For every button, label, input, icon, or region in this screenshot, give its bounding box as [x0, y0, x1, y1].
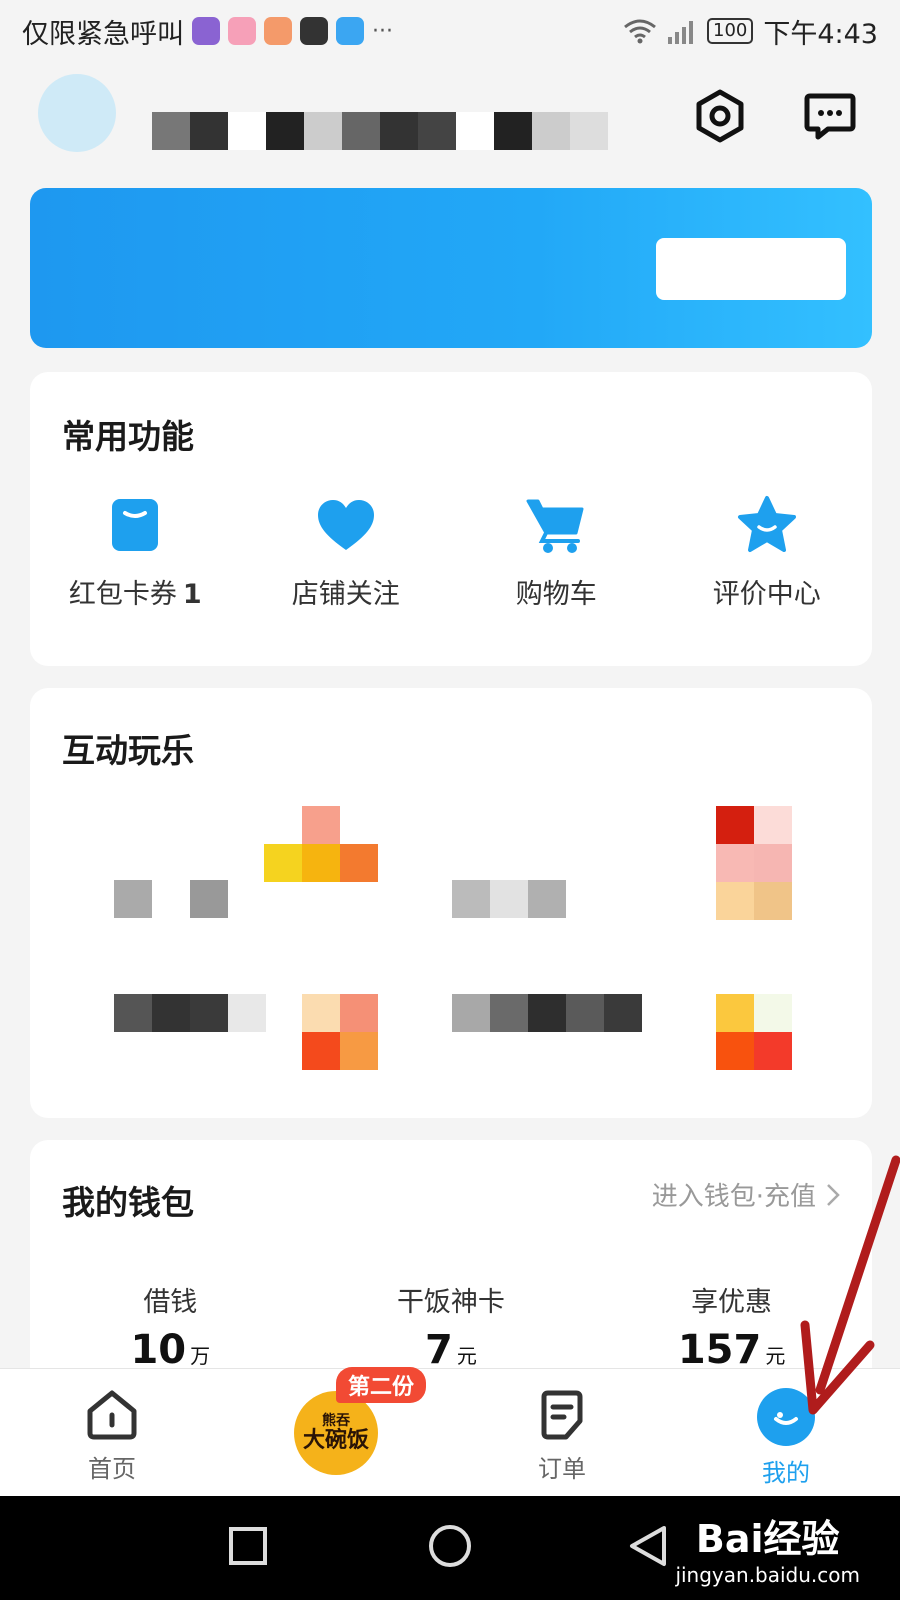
- back-triangle-icon[interactable]: [628, 1524, 668, 1568]
- func-label: 店铺关注: [291, 579, 400, 610]
- battery-indicator: 100: [707, 18, 754, 44]
- coupon-count: 1: [182, 579, 202, 610]
- interactive-card: 互动玩乐: [30, 688, 872, 1118]
- membership-banner[interactable]: [30, 188, 872, 348]
- tab-orders[interactable]: 订单: [507, 1387, 617, 1484]
- common-functions-card: 常用功能 红包卡券 1 店铺关注 购物车 评价中心: [30, 372, 872, 666]
- watermark-url: jingyan.baidu.com: [675, 1563, 860, 1587]
- section-title: 互动玩乐: [62, 731, 194, 770]
- tab-label: 订单: [538, 1455, 586, 1483]
- order-icon: [541, 1390, 583, 1440]
- coupon-icon: [102, 492, 168, 558]
- profile-header: [0, 62, 900, 182]
- func-label: 红包卡券 1: [68, 579, 202, 610]
- message-button[interactable]: [800, 86, 860, 146]
- wallet-item-unit: 元: [456, 1344, 477, 1368]
- app-notification-icon: [228, 17, 256, 45]
- wallet-link[interactable]: 进入钱包·充值: [652, 1176, 840, 1213]
- wallet-item-unit: 元: [765, 1344, 786, 1368]
- heart-icon: [313, 492, 379, 558]
- wallet-item-meal-card[interactable]: 干饭神卡 7元: [311, 1280, 592, 1373]
- section-title: 我的钱包: [62, 1183, 194, 1222]
- app-notification-icon: [336, 17, 364, 45]
- signal-icon: [668, 21, 693, 44]
- section-title: 常用功能: [62, 417, 194, 456]
- settings-button[interactable]: [690, 86, 750, 146]
- promo-logo: 熊吞 大碗饭: [294, 1391, 378, 1475]
- status-bar: 仅限紧急呼叫 ··· 100 下午4:43: [0, 0, 900, 62]
- avatar[interactable]: [38, 74, 116, 152]
- cart-icon: [523, 492, 589, 558]
- promo-badge: 第二份: [336, 1367, 427, 1403]
- func-coupons[interactable]: 红包卡券 1: [30, 492, 241, 611]
- more-notifications: ···: [372, 18, 393, 44]
- func-followed-shops[interactable]: 店铺关注: [241, 492, 452, 611]
- func-cart[interactable]: 购物车: [451, 492, 662, 611]
- tab-label: 我的: [762, 1459, 810, 1487]
- settings-icon: [696, 89, 744, 143]
- wallet-item-unit: 万: [190, 1344, 211, 1368]
- tab-home[interactable]: 首页: [57, 1387, 167, 1484]
- message-icon: [804, 93, 856, 140]
- tab-label: 首页: [88, 1455, 136, 1483]
- profile-icon: [757, 1388, 815, 1446]
- tab-mine[interactable]: 我的: [731, 1387, 841, 1488]
- app-notification-icon: [192, 17, 220, 45]
- wallet-card: 我的钱包 进入钱包·充值 借钱 10 万 干饭神卡 7元 享优惠 157 元: [30, 1140, 872, 1400]
- wallet-item-discounts[interactable]: 享优惠 157 元: [591, 1280, 872, 1373]
- bottom-tab-bar: 首页 熊吞 大碗饭 第二份 订单 我的: [0, 1367, 900, 1496]
- system-navigation-bar: Bai经验 jingyan.baidu.com: [0, 1496, 900, 1600]
- wallet-item-label: 借钱: [143, 1287, 198, 1318]
- username-redacted: [152, 112, 608, 150]
- wallet-item-value: 7: [425, 1327, 453, 1373]
- func-reviews[interactable]: 评价中心: [662, 492, 873, 611]
- wallet-item-loan[interactable]: 借钱 10 万: [30, 1280, 311, 1373]
- chevron-right-icon: [827, 1183, 840, 1206]
- home-circle-icon[interactable]: [428, 1524, 472, 1568]
- wallet-item-value: 157: [677, 1327, 762, 1373]
- func-label: 购物车: [515, 579, 597, 610]
- wallet-link-text: 进入钱包·充值: [651, 1182, 816, 1212]
- watermark-brand: Bai经验: [695, 1517, 840, 1561]
- app-notification-icon: [300, 17, 328, 45]
- recent-apps-icon[interactable]: [228, 1526, 268, 1566]
- home-icon: [87, 1390, 137, 1440]
- func-label: 评价中心: [712, 579, 821, 610]
- wallet-item-value: 10: [130, 1327, 187, 1373]
- carrier-text: 仅限紧急呼叫: [22, 18, 184, 50]
- wallet-item-label: 干饭神卡: [396, 1287, 505, 1318]
- wifi-icon: [624, 19, 656, 44]
- app-notification-icon: [264, 17, 292, 45]
- status-time: 下午4:43: [763, 18, 878, 50]
- star-icon: [734, 492, 800, 558]
- watermark: Bai经验 jingyan.baidu.com: [675, 1508, 860, 1587]
- promo-top-text: 熊吞: [321, 1413, 350, 1429]
- banner-action-button[interactable]: [656, 238, 846, 300]
- wallet-item-label: 享优惠: [691, 1287, 773, 1318]
- promo-brand-text: 大碗饭: [302, 1428, 369, 1453]
